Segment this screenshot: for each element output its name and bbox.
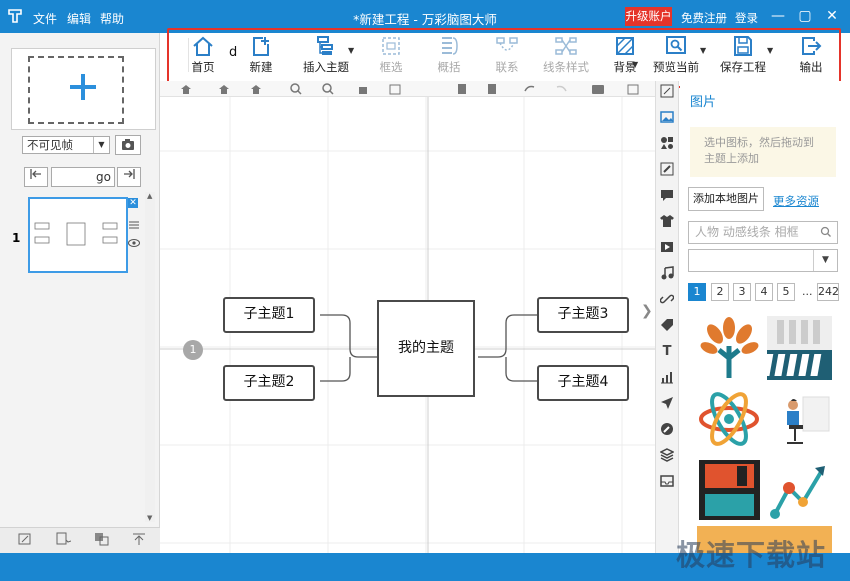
move-top-icon[interactable] <box>131 532 149 548</box>
central-topic[interactable]: 我的主题 <box>377 300 475 397</box>
page-last[interactable]: 242 <box>817 283 839 301</box>
image-panel-title: 图片 <box>690 95 717 110</box>
airplane-icon[interactable] <box>660 396 674 410</box>
chevron-down-icon: ▼ <box>813 250 837 271</box>
minimize-button[interactable]: — <box>768 6 788 26</box>
topic-marker-badge[interactable]: 1 <box>183 340 203 360</box>
trend-chart-image[interactable] <box>767 458 832 522</box>
page-1[interactable]: 1 <box>688 283 706 301</box>
close-button[interactable]: ✕ <box>822 6 842 26</box>
image-category-select[interactable]: ▼ <box>688 249 838 272</box>
subtopic-4[interactable]: 子主题4 <box>537 365 629 401</box>
video-icon[interactable] <box>660 240 674 254</box>
tree-image[interactable] <box>697 316 762 380</box>
office-worker-image[interactable] <box>767 387 832 451</box>
upgrade-button[interactable]: 升级账户 <box>625 7 672 26</box>
skip-forward-icon <box>124 169 135 179</box>
music-icon[interactable] <box>660 266 674 280</box>
page-2[interactable]: 2 <box>711 283 729 301</box>
page-3[interactable]: 3 <box>733 283 751 301</box>
layers-icon[interactable] <box>659 448 675 462</box>
brush-icon[interactable] <box>660 162 674 176</box>
frame-visibility-value: 不可见帧 <box>27 138 73 152</box>
login-link[interactable]: 登录 <box>735 10 758 26</box>
image-panel-tip: 选中图标，然后拖动到主题上添加 <box>690 127 836 177</box>
close-frame-icon[interactable]: ✕ <box>128 198 138 208</box>
image-icon[interactable] <box>660 110 674 124</box>
maximize-button[interactable]: ▢ <box>795 6 815 26</box>
floppy-image[interactable] <box>697 458 762 522</box>
image-search-input[interactable]: 人物 动感线条 相框 <box>688 221 838 244</box>
inbox-icon[interactable] <box>660 474 674 488</box>
camera-icon <box>122 139 134 150</box>
books-image[interactable] <box>762 316 832 380</box>
toolbar-highlight-box <box>167 28 841 88</box>
wrench-icon[interactable] <box>660 422 674 436</box>
duplicate-frame-icon[interactable] <box>94 532 112 548</box>
atom-image[interactable] <box>697 387 762 451</box>
scroll-up-icon[interactable]: ▲ <box>147 192 152 200</box>
eye-icon[interactable] <box>128 237 140 247</box>
plus-icon[interactable] <box>68 72 98 102</box>
frame-visibility-select[interactable]: 不可见帧 ▼ <box>22 136 110 154</box>
tag-icon[interactable] <box>660 318 674 332</box>
scroll-down-icon[interactable]: ▼ <box>147 514 152 522</box>
chevron-down-icon: ▼ <box>93 137 109 153</box>
link-icon[interactable] <box>659 292 675 306</box>
search-icon[interactable] <box>820 226 832 238</box>
canvas-mini-toolbar <box>160 81 655 97</box>
add-local-image-button[interactable]: 添加本地图片 <box>688 187 764 211</box>
register-link[interactable]: 免费注册 <box>681 10 727 26</box>
skip-back-icon <box>30 169 41 179</box>
edit-icon[interactable] <box>660 84 674 98</box>
frame-star-icon[interactable] <box>55 532 73 548</box>
edit-frame-icon[interactable] <box>17 532 35 548</box>
first-frame-button[interactable] <box>24 167 48 187</box>
comment-icon[interactable] <box>660 188 674 202</box>
go-input[interactable]: go <box>51 167 115 187</box>
last-frame-button[interactable] <box>117 167 141 187</box>
page-5[interactable]: 5 <box>777 283 795 301</box>
text-icon[interactable]: T <box>660 344 674 359</box>
tshirt-icon[interactable] <box>660 214 674 228</box>
menu-lines-icon[interactable] <box>129 219 139 229</box>
subtopic-1[interactable]: 子主题1 <box>223 297 315 333</box>
frame-number: 1 <box>12 231 21 245</box>
mini-toolbar-icons <box>181 83 639 95</box>
subtopic-3[interactable]: 子主题3 <box>537 297 629 333</box>
more-resources-link[interactable]: 更多资源 <box>773 193 819 209</box>
collapse-panel-icon[interactable]: ❯ <box>641 303 655 331</box>
page-4[interactable]: 4 <box>755 283 773 301</box>
camera-button[interactable] <box>115 135 141 155</box>
subtopic-2[interactable]: 子主题2 <box>223 365 315 401</box>
thumbnail-preview <box>34 222 118 246</box>
chart-icon[interactable] <box>660 370 674 384</box>
watermark-text: 极速下载站 <box>676 538 827 572</box>
page-ellipsis: ... <box>802 285 813 298</box>
frame-thumbnail[interactable] <box>28 197 128 273</box>
frame-list-scrollbar[interactable]: ▲ ▼ <box>145 192 155 522</box>
shapes-icon[interactable] <box>660 136 674 150</box>
